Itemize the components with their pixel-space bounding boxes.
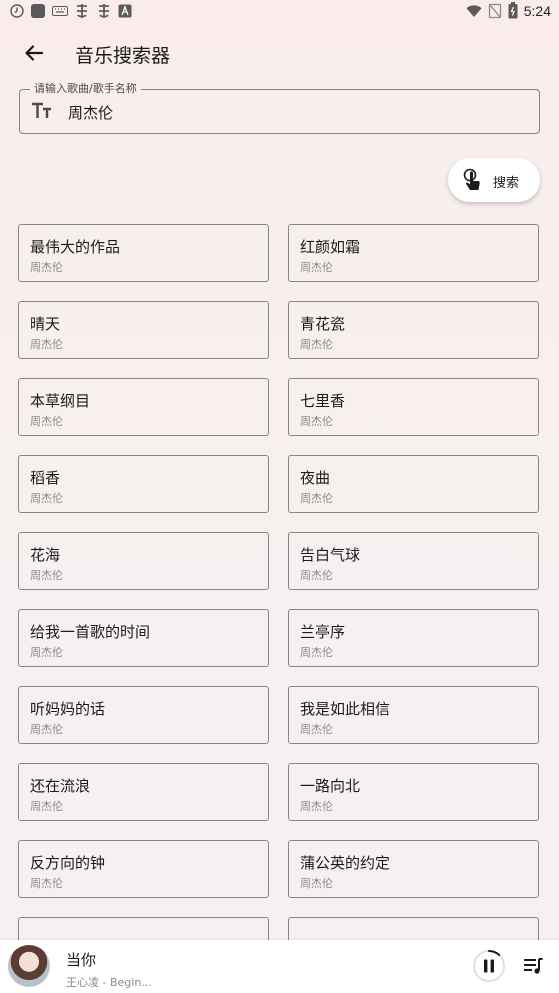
status-bar-left — [10, 3, 132, 19]
song-artist: 周杰伦 — [300, 723, 333, 736]
song-card[interactable]: 一路向北 周杰伦 — [288, 763, 539, 821]
font-a-icon — [118, 4, 132, 18]
results-list[interactable]: 最伟大的作品 周杰伦 红颜如霜 周杰伦 晴天 周杰伦 青花瓷 周杰伦 本草纲目 周杰伦 七里香 周杰伦… — [18, 224, 541, 940]
song-artist: 周杰伦 — [300, 569, 333, 582]
search-button[interactable]: 搜索 — [448, 158, 540, 202]
song-card[interactable]: 花海 周杰伦 — [18, 532, 269, 590]
tap-icon — [461, 168, 483, 192]
search-button-label: 搜索 — [493, 176, 520, 191]
song-title: 七里香 — [300, 392, 346, 410]
song-artist: 周杰伦 — [30, 877, 63, 890]
bug-icon — [74, 3, 90, 19]
song-title: 告白气球 — [300, 546, 361, 564]
pause-icon — [473, 950, 505, 982]
results-grid: 最伟大的作品 周杰伦 红颜如霜 周杰伦 晴天 周杰伦 青花瓷 周杰伦 本草纲目 周杰伦 七里香 周杰伦… — [18, 224, 541, 940]
text-size-icon — [31, 101, 53, 121]
queue-music-icon — [524, 958, 543, 974]
queue-button[interactable] — [522, 955, 544, 977]
clock-icon — [10, 4, 24, 18]
song-title: 红颜如霜 — [300, 238, 361, 256]
song-artist: 周杰伦 — [300, 877, 333, 890]
song-artist: 周杰伦 — [300, 800, 333, 813]
app-bar: 音乐搜索器 — [0, 30, 559, 76]
song-artist: 周杰伦 — [300, 338, 333, 351]
song-card[interactable]: 反方向的钟 周杰伦 — [18, 840, 269, 898]
song-card[interactable]: 青花瓷 周杰伦 — [288, 301, 539, 359]
song-title: 听妈妈的话 — [30, 700, 106, 718]
square-app-icon — [30, 3, 46, 19]
bug-icon — [96, 3, 112, 19]
play-pause-button[interactable] — [472, 949, 506, 983]
song-artist: 周杰伦 — [300, 646, 333, 659]
song-card[interactable]: 稻香 周杰伦 — [18, 455, 269, 513]
wifi-icon — [466, 4, 482, 18]
no-signal-icon — [488, 3, 502, 19]
song-title: 一路向北 — [300, 777, 361, 795]
song-card[interactable]: 最伟大的作品 周杰伦 — [18, 224, 269, 282]
song-title: 蒲公英的约定 — [300, 854, 391, 872]
song-title: 稻香 — [30, 469, 61, 487]
song-card[interactable]: 晴天 周杰伦 — [18, 301, 269, 359]
now-playing-title: 当你 — [66, 951, 97, 969]
song-title: 最伟大的作品 — [30, 238, 121, 256]
song-artist: 周杰伦 — [30, 569, 63, 582]
song-card[interactable]: 夜曲 周杰伦 — [288, 455, 539, 513]
song-artist: 周杰伦 — [30, 415, 63, 428]
song-title: 本草纲目 — [30, 392, 91, 410]
song-card[interactable]: 听妈妈的话 周杰伦 — [18, 686, 269, 744]
battery-icon — [508, 2, 518, 19]
song-card[interactable]: 七里香 周杰伦 — [288, 378, 539, 436]
song-artist: 周杰伦 — [30, 723, 63, 736]
song-title: 夜曲 — [300, 469, 331, 487]
page-title: 音乐搜索器 — [75, 45, 171, 67]
song-artist: 周杰伦 — [300, 492, 333, 505]
song-artist: 周杰伦 — [30, 800, 63, 813]
arrow-back-icon — [20, 45, 48, 71]
keyboard-icon — [52, 5, 68, 17]
song-title: 我是如此相信 — [300, 700, 391, 718]
song-card[interactable] — [288, 917, 539, 940]
song-card[interactable]: 给我一首歌的时间周杰伦 — [18, 609, 269, 667]
song-card[interactable]: 红颜如霜 周杰伦 — [288, 224, 539, 282]
song-artist: 周杰伦 — [300, 415, 333, 428]
song-title: 还在流浪 — [30, 777, 91, 795]
song-card[interactable]: 本草纲目 周杰伦 — [18, 378, 269, 436]
song-title: 晴天 — [30, 315, 61, 333]
song-card[interactable]: 兰亭序 周杰伦 — [288, 609, 539, 667]
back-button[interactable] — [20, 39, 48, 67]
song-card[interactable]: 蒲公英的约定 周杰伦 — [288, 840, 539, 898]
song-title: 兰亭序 — [300, 623, 346, 641]
song-title: 反方向的钟 — [30, 854, 106, 872]
now-playing-bar[interactable]: 当你 王心凌 - Begin... — [0, 940, 559, 993]
song-artist: 周杰伦 — [30, 261, 63, 274]
status-time: 5:24 — [523, 2, 551, 19]
song-card[interactable] — [18, 917, 269, 940]
status-bar-right: 5:24 — [466, 2, 551, 19]
search-field[interactable]: 请输入歌曲/歌手名称 — [19, 82, 540, 134]
song-artist: 周杰伦 — [30, 646, 63, 659]
search-input[interactable] — [66, 99, 510, 125]
now-playing-subtitle: 王心凌 - Begin... — [66, 976, 152, 989]
song-artist: 周杰伦 — [30, 492, 63, 505]
song-card[interactable]: 告白气球 周杰伦 — [288, 532, 539, 590]
album-art-avatar[interactable] — [8, 945, 50, 987]
song-title: 给我一首歌的时间 — [30, 623, 151, 641]
song-title: 青花瓷 — [300, 315, 346, 333]
status-bar: 5:24 — [0, 0, 559, 24]
song-card[interactable]: 还在流浪 周杰伦 — [18, 763, 269, 821]
song-artist: 周杰伦 — [30, 338, 63, 351]
song-artist: 周杰伦 — [300, 261, 333, 274]
song-card[interactable]: 我是如此相信 周杰伦 — [288, 686, 539, 744]
search-field-label: 请输入歌曲/歌手名称 — [30, 82, 141, 96]
song-title: 花海 — [30, 546, 61, 564]
